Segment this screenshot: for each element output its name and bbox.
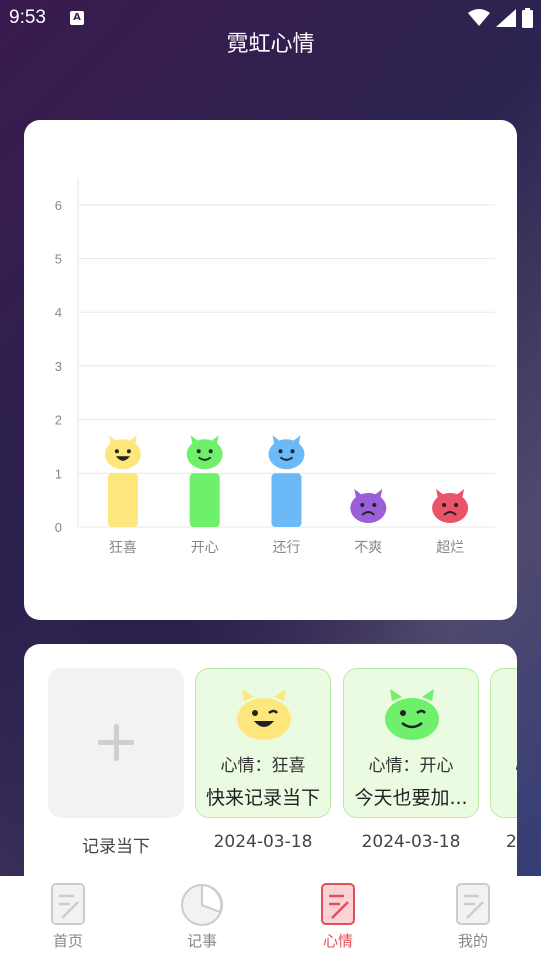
edit-note-icon: [321, 883, 355, 925]
pie-chart-icon: [181, 883, 223, 926]
bar-狂喜: [107, 473, 138, 527]
tab-notes-label: 记事: [186, 932, 217, 950]
bar-还行: [271, 473, 302, 527]
tab-home[interactable]: 首页: [23, 880, 113, 956]
x-tick-label: 狂喜: [109, 540, 137, 556]
record-date: 2: [506, 832, 517, 852]
record-date: 2024-03-18: [213, 832, 313, 852]
tab-profile[interactable]: 我的: [428, 880, 518, 956]
record-date: 2024-03-18: [361, 832, 461, 852]
y-tick-label: 4: [55, 305, 62, 320]
battery-icon: [522, 8, 533, 28]
bar-开心: [189, 473, 220, 527]
page-title: 霓虹心情: [226, 32, 315, 57]
y-tick-label: 3: [55, 359, 62, 374]
mood-record-card[interactable]: 心情：开心 今天也要加...: [343, 668, 479, 818]
document-icon: [51, 883, 85, 925]
y-tick-label: 1: [55, 466, 62, 481]
add-record-button[interactable]: [48, 668, 184, 818]
y-tick-label: 0: [55, 520, 62, 535]
y-tick-label: 2: [55, 413, 62, 428]
mood-label: 心情：开心: [368, 756, 454, 776]
x-tick-label: 开心: [191, 540, 219, 556]
mood-label: 心情：狂喜: [220, 756, 306, 776]
mood-chart-card: 0 1 2 3 4 5 6 狂喜 开心 还行 不爽 超烂: [24, 120, 517, 620]
mood-face-icon: [350, 489, 387, 523]
bottom-tab-bar: 首页 记事 心情 我的: [0, 876, 541, 961]
record-text: 快来记录当下: [205, 787, 320, 809]
mood-record-card[interactable]: 心: [490, 668, 517, 818]
tab-home-label: 首页: [52, 932, 83, 950]
mood-face-icon: [432, 489, 469, 523]
y-tick-label: 5: [55, 252, 62, 267]
mood-bar-chart: 0 1 2 3 4 5 6 狂喜 开心 还行 不爽 超烂: [55, 178, 495, 556]
y-tick-label: 6: [55, 198, 62, 213]
mood-label: 心: [491, 751, 517, 776]
signal-icon: [496, 9, 516, 27]
mood-face-icon: [186, 435, 223, 470]
document-icon: [456, 883, 490, 925]
add-record-caption: 记录当下: [82, 837, 150, 857]
mood-records-list: 记录当下 心情：狂喜 快来记录当下 2024-03-18 心情：开心 今天也要加…: [24, 644, 517, 884]
record-text: 今天也要加...: [354, 787, 468, 809]
mood-face-icon: [268, 435, 305, 470]
tab-mood[interactable]: 心情: [293, 880, 383, 956]
wifi-icon: [468, 9, 490, 26]
ecstatic-face-icon: [237, 689, 291, 740]
tab-profile-label: 我的: [457, 932, 488, 950]
x-tick-label: 不爽: [354, 540, 382, 556]
a-notification-icon: A: [70, 11, 84, 25]
tab-mood-label: 心情: [322, 932, 353, 950]
mood-face-icon: [104, 435, 141, 470]
x-tick-label: 超烂: [436, 540, 464, 556]
happy-face-icon: [385, 689, 439, 740]
x-tick-label: 还行: [273, 540, 301, 556]
tab-notes[interactable]: 记事: [157, 880, 247, 956]
mood-record-card[interactable]: 心情：狂喜 快来记录当下: [195, 668, 331, 818]
